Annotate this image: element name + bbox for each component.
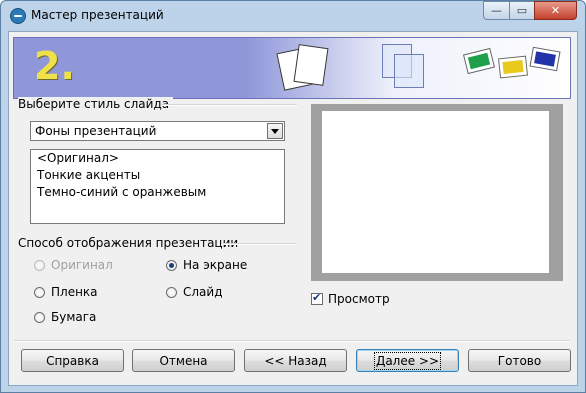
help-button[interactable]: Справка	[21, 349, 124, 372]
list-item[interactable]: Темно-синий с оранжевым	[31, 184, 284, 201]
slide-yellow-icon	[499, 56, 527, 78]
back-button[interactable]: << Назад	[244, 349, 347, 372]
radio-film[interactable]: Пленка	[34, 285, 98, 299]
slide-style-list[interactable]: <Оригинал> Тонкие акценты Темно-синий с …	[30, 149, 285, 224]
help-button-label: Справка	[46, 353, 99, 368]
window-title: Мастер презентаций	[31, 8, 164, 22]
slide-style-group-label: Выберите стиль слайда	[18, 97, 174, 111]
radio-paper[interactable]: Бумага	[34, 310, 96, 324]
list-item[interactable]: Тонкие акценты	[31, 167, 284, 184]
radio-icon	[34, 259, 45, 271]
slide-green-icon	[464, 49, 494, 73]
radio-slide[interactable]: Слайд	[166, 285, 223, 299]
radio-paper-label: Бумага	[51, 310, 97, 324]
preview-canvas	[322, 111, 549, 273]
radio-on-screen[interactable]: На экране	[166, 258, 247, 272]
next-button-label: Далее >>	[373, 351, 442, 370]
cancel-button[interactable]: Отмена	[132, 349, 235, 372]
wizard-window: Мастер презентаций — ▭ ✕ 2. Выберите сти…	[0, 0, 586, 393]
app-icon	[10, 8, 26, 24]
done-button-label: Готово	[497, 353, 542, 368]
maximize-button[interactable]: ▭	[509, 1, 534, 20]
preview-panel	[311, 104, 563, 281]
paper-sheet-icon	[293, 44, 329, 86]
next-button[interactable]: Далее >>	[356, 349, 459, 372]
transparency-icon	[394, 54, 424, 88]
back-button-label: << Назад	[264, 353, 327, 368]
banner-graphics	[246, 38, 570, 98]
radio-film-label: Пленка	[51, 285, 98, 299]
step-number: 2.	[34, 44, 75, 88]
step-banner: 2.	[13, 37, 571, 99]
radio-on-screen-label: На экране	[183, 258, 248, 272]
done-button[interactable]: Готово	[468, 349, 571, 372]
cancel-button-label: Отмена	[159, 353, 208, 368]
minimize-button[interactable]: —	[483, 1, 509, 20]
close-button[interactable]: ✕	[534, 1, 577, 20]
radio-icon	[166, 259, 177, 271]
radio-slide-label: Слайд	[183, 285, 223, 299]
slide-blue-icon	[530, 47, 560, 71]
preview-checkbox-label: Просмотр	[328, 292, 390, 306]
display-mode-divider	[221, 243, 297, 245]
radio-original[interactable]: Оригинал	[34, 258, 113, 272]
slide-style-combo[interactable]: Фоны презентаций	[30, 121, 285, 141]
radio-icon	[166, 286, 177, 298]
title-bar[interactable]: Мастер презентаций — ▭ ✕	[1, 1, 585, 31]
chevron-down-icon[interactable]	[267, 123, 283, 139]
slide-style-divider	[161, 104, 297, 106]
preview-checkbox[interactable]: Просмотр	[311, 291, 390, 306]
button-separator	[14, 340, 570, 342]
display-mode-group-label: Способ отображения презентации	[18, 236, 243, 250]
radio-icon	[34, 311, 45, 323]
list-item[interactable]: <Оригинал>	[31, 150, 284, 167]
slide-style-combo-value: Фоны презентаций	[35, 124, 157, 138]
radio-original-label: Оригинал	[51, 258, 113, 272]
checkbox-icon	[311, 291, 323, 305]
radio-icon	[34, 286, 45, 298]
